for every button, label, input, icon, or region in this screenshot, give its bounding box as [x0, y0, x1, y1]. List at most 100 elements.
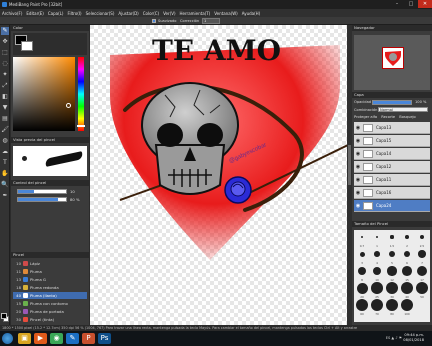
- brush-size-option[interactable]: [390, 235, 394, 239]
- magic-wand-icon[interactable]: ✦: [1, 71, 9, 79]
- brush-size-option[interactable]: [416, 282, 428, 294]
- brush-size-option[interactable]: [375, 235, 379, 239]
- foreground-color-swatch[interactable]: [1, 313, 7, 319]
- brush-size-option[interactable]: [419, 234, 425, 240]
- color-picker-square[interactable]: [13, 57, 75, 131]
- layer-row[interactable]: ◉ Capa13: [354, 122, 430, 134]
- brush-size-option[interactable]: [402, 266, 412, 276]
- gradient-icon[interactable]: ▤: [1, 115, 9, 123]
- system-tray[interactable]: ES ▲ ♪ ⚑: [386, 336, 402, 340]
- brush-size-option[interactable]: [374, 251, 380, 257]
- brush-size-option[interactable]: [387, 266, 397, 276]
- close-button[interactable]: ✕: [418, 0, 432, 8]
- brush-size-option[interactable]: [356, 282, 368, 294]
- drawing-canvas-area[interactable]: TE AMO @gabyescobar: [90, 25, 348, 325]
- menu-editar[interactable]: Editar(E): [24, 11, 46, 16]
- brush-list-item[interactable]: 30 Pincel (tinta): [13, 316, 87, 323]
- smudge-icon[interactable]: ☁: [1, 148, 9, 156]
- brush-size-option[interactable]: [361, 236, 363, 238]
- file-explorer-icon[interactable]: ▣: [18, 333, 31, 344]
- transform-icon[interactable]: ⤢: [1, 82, 9, 90]
- brush-size-option[interactable]: [386, 282, 398, 294]
- visibility-eye-icon[interactable]: ◉: [355, 164, 361, 170]
- brush-size-option[interactable]: [416, 265, 428, 277]
- antialias-checkbox[interactable]: [152, 19, 156, 23]
- brush-size-option[interactable]: [403, 250, 411, 258]
- secondary-color-swatch[interactable]: [21, 41, 33, 51]
- brush-size-option[interactable]: [359, 251, 365, 257]
- correction-select[interactable]: 1: [202, 18, 220, 24]
- hand-icon[interactable]: ✋: [1, 170, 9, 178]
- medibang-icon[interactable]: ✎: [66, 333, 79, 344]
- layer-opacity-slider[interactable]: [372, 100, 412, 105]
- brush-list-item[interactable]: 10 Lápiz: [13, 260, 87, 267]
- menu-ventana[interactable]: Ventana(W): [212, 11, 240, 16]
- zoom-icon[interactable]: 🔍: [1, 181, 9, 189]
- layer-row[interactable]: ◉ Capa16: [354, 187, 430, 199]
- brush-size-option[interactable]: [371, 282, 383, 294]
- brush-size-option[interactable]: [371, 299, 383, 311]
- color-picker-cursor[interactable]: [66, 103, 71, 108]
- brush-size-option[interactable]: [401, 282, 413, 294]
- start-button[interactable]: [2, 333, 13, 344]
- brush-list-item[interactable]: 40 Pluma (Ilanta): [13, 292, 87, 299]
- menu-ver[interactable]: Ver(V): [161, 11, 177, 16]
- menu-color[interactable]: Color(C): [141, 11, 161, 16]
- menu-ajustar[interactable]: Ajustar(D): [116, 11, 140, 16]
- sketch-checkbox[interactable]: Bosquejo: [399, 115, 416, 119]
- menu-ayuda[interactable]: Ayuda(H): [240, 11, 263, 16]
- brush-opacity-slider[interactable]: [17, 197, 67, 202]
- layer-row[interactable]: ◉ Capa12: [354, 161, 430, 173]
- brush-size-option[interactable]: [372, 266, 382, 276]
- minimize-button[interactable]: –: [390, 0, 404, 8]
- hue-slider[interactable]: [77, 57, 85, 131]
- brush-size-option[interactable]: [358, 267, 366, 275]
- visibility-eye-icon[interactable]: ◉: [355, 125, 361, 131]
- visibility-eye-icon[interactable]: ◉: [355, 177, 361, 183]
- menu-filtro[interactable]: Filtro(I): [65, 11, 83, 16]
- navigator-preview[interactable]: [354, 35, 430, 90]
- bucket-icon[interactable]: ▼: [1, 104, 9, 112]
- brush-icon[interactable]: 🖌: [1, 126, 9, 134]
- maximize-button[interactable]: □: [404, 0, 418, 8]
- brush-size-option[interactable]: [356, 299, 368, 311]
- photoshop-icon[interactable]: Ps: [98, 333, 111, 344]
- move-icon[interactable]: ✥: [1, 38, 9, 46]
- blend-mode-select[interactable]: Normal: [378, 107, 428, 112]
- powerpoint-icon[interactable]: P: [82, 333, 95, 344]
- brush-list-item[interactable]: 13 Pluma G: [13, 276, 87, 283]
- visibility-eye-icon[interactable]: ◉: [355, 151, 361, 157]
- brush-size-option[interactable]: [405, 235, 409, 239]
- brush-size-option[interactable]: [386, 299, 398, 311]
- text-icon[interactable]: T: [1, 159, 9, 167]
- brush-size-option[interactable]: [418, 250, 426, 258]
- eyedropper-icon[interactable]: ✒: [1, 192, 9, 200]
- pen-icon[interactable]: ✎: [1, 27, 9, 35]
- chrome-icon[interactable]: ◉: [50, 333, 63, 344]
- taskbar-clock[interactable]: 09:44 p.m. 08/01/2018: [403, 333, 424, 343]
- brush-size-slider[interactable]: [17, 189, 67, 194]
- menu-seleccionar[interactable]: Seleccionar(S): [84, 11, 117, 16]
- brush-size-option[interactable]: [401, 299, 413, 311]
- protect-alpha-checkbox[interactable]: Proteger alfa: [354, 115, 377, 119]
- visibility-eye-icon[interactable]: ◉: [355, 203, 361, 209]
- eraser-icon[interactable]: ◧: [1, 93, 9, 101]
- clipping-checkbox[interactable]: Recorte: [381, 115, 395, 119]
- hue-marker[interactable]: [77, 125, 85, 127]
- lasso-icon[interactable]: ◌: [1, 60, 9, 68]
- layer-row[interactable]: ◉ Capa15: [354, 135, 430, 147]
- brush-list-item[interactable]: 15 Pluma con contorno: [13, 300, 87, 307]
- select-icon[interactable]: ⬚: [1, 49, 9, 57]
- media-player-icon[interactable]: ▶: [34, 333, 47, 344]
- brush-list-item[interactable]: 11 Pluma: [13, 268, 87, 275]
- blur-icon[interactable]: ◍: [1, 137, 9, 145]
- layer-row[interactable]: ◉ Capa24: [354, 200, 430, 212]
- brush-size-option[interactable]: [388, 250, 396, 258]
- visibility-eye-icon[interactable]: ◉: [355, 138, 361, 144]
- brush-list-item[interactable]: 18 Pluma redonda: [13, 284, 87, 291]
- visibility-eye-icon[interactable]: ◉: [355, 190, 361, 196]
- menu-capa[interactable]: Capa(L): [46, 11, 66, 16]
- menu-herramienta[interactable]: Herramienta(T): [178, 11, 213, 16]
- layer-row[interactable]: ◉ Capa14: [354, 148, 430, 160]
- scrollbar-thumb[interactable]: [348, 145, 351, 185]
